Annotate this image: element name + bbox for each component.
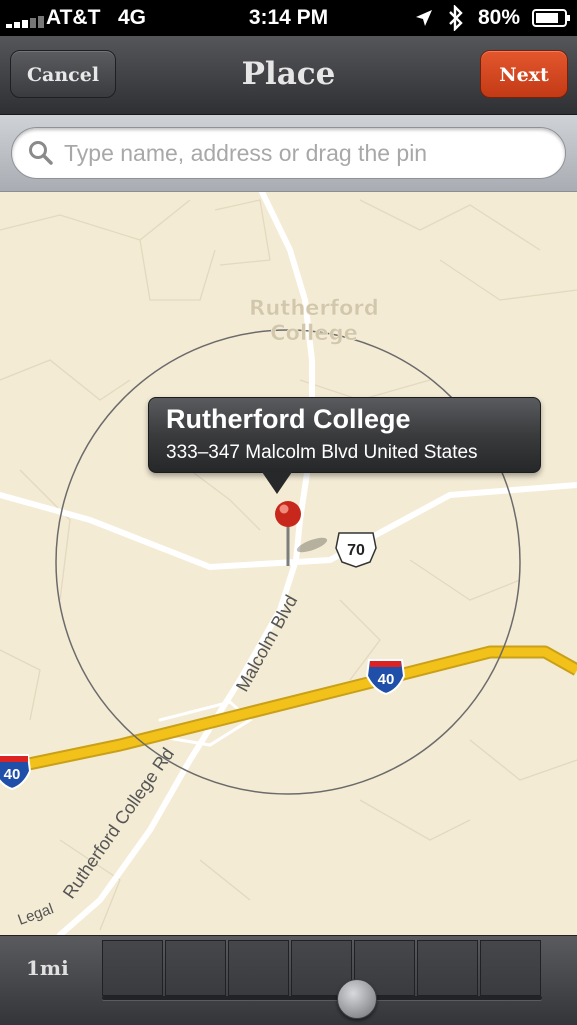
location-arrow-icon [416, 10, 432, 26]
battery-icon [532, 9, 570, 27]
battery-percent: 80% [478, 6, 521, 29]
us70-shield: 70 [335, 532, 377, 568]
nav-bar: Cancel Place Next [0, 36, 577, 115]
callout-pointer [262, 472, 292, 494]
svg-text:40: 40 [378, 671, 395, 688]
search-input[interactable] [64, 128, 554, 178]
town-label: Rutherford [249, 296, 379, 320]
search-icon [29, 141, 53, 165]
road-label-partial: Legal [16, 900, 56, 929]
interstate-40-shield: 40 [365, 659, 406, 696]
svg-text:40: 40 [4, 766, 21, 783]
bottom-toolbar: 1mi [0, 935, 577, 1025]
road-label-malcolm-blvd: Malcolm Blvd [232, 592, 301, 695]
callout-title: Rutherford College [166, 404, 411, 434]
map-view[interactable]: Rutherford College Malcolm Blvd Rutherfo… [0, 192, 577, 935]
svg-text:70: 70 [347, 542, 365, 559]
next-button[interactable]: Next [480, 50, 568, 98]
map-canvas: Rutherford College Malcolm Blvd Rutherfo… [0, 192, 577, 935]
callout-subtitle: 333–347 Malcolm Blvd United States [166, 442, 478, 463]
bluetooth-icon [449, 5, 463, 31]
status-bar: AT&T 4G 3:14 PM 80% [0, 0, 577, 36]
zoom-slider-line [102, 996, 542, 1000]
place-callout[interactable]: Rutherford College 333–347 Malcolm Blvd … [148, 397, 541, 473]
search-field[interactable] [11, 127, 566, 179]
zoom-slider-track[interactable] [102, 940, 542, 1002]
zoom-slider-thumb[interactable] [337, 979, 377, 1019]
town-label-line2: College [270, 321, 358, 345]
search-bar [0, 115, 577, 192]
scale-label: 1mi [26, 956, 69, 980]
interstate-40-shield-left: 40 [0, 754, 32, 791]
